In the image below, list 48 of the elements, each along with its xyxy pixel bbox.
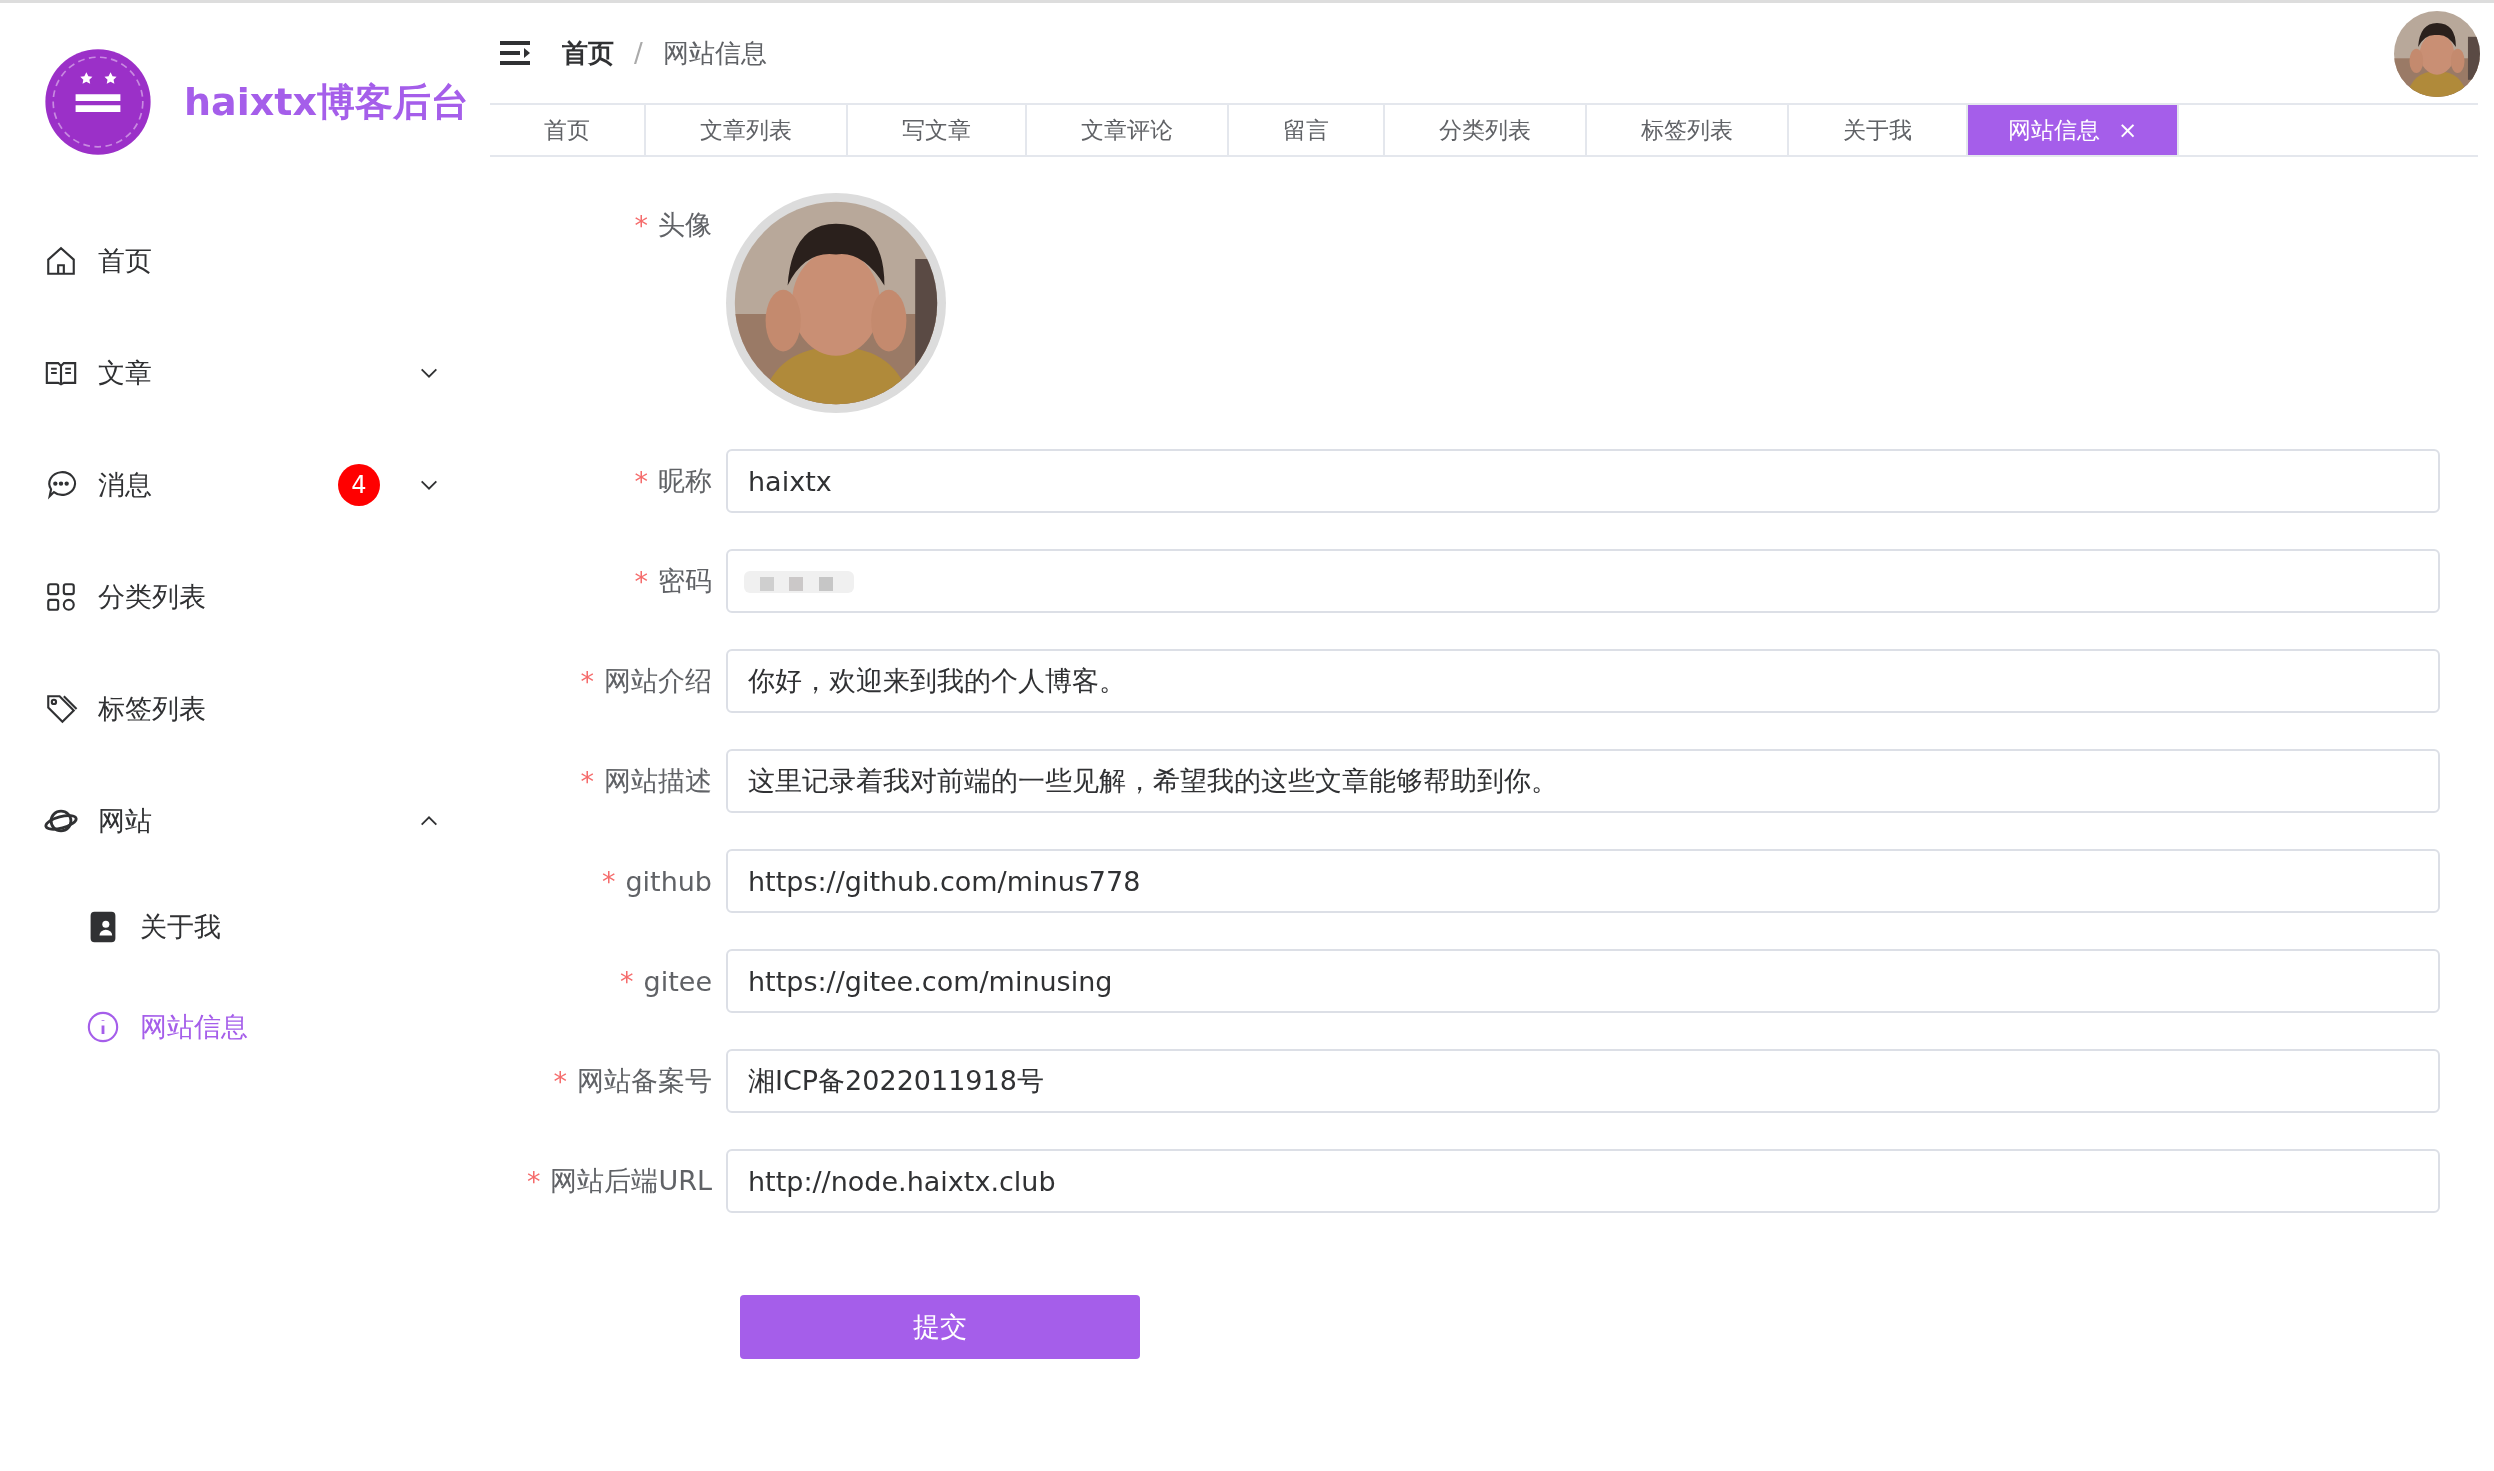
text-field[interactable]: 你好，欢迎来到我的个人博客。 (726, 649, 2440, 713)
text-field[interactable]: 这里记录着我对前端的一些见解，希望我的这些文章能够帮助到你。 (726, 749, 2440, 813)
sidebar-item[interactable]: 标签列表 (0, 653, 490, 765)
sidebar-item[interactable]: 消息 4 (0, 429, 490, 541)
text-field[interactable]: 湘ICP备2022011918号 (726, 1049, 2440, 1113)
sidebar-item[interactable]: 分类列表 (0, 541, 490, 653)
required-mark: * (526, 1165, 541, 1197)
page-tab[interactable]: 网站信息 × (1968, 105, 2180, 155)
text-field[interactable]: http://node.haixtx.club (726, 1149, 2440, 1213)
sidebar-item[interactable]: 首页 (0, 205, 490, 317)
required-mark: * (620, 965, 634, 997)
field-label: 网站介绍 (604, 664, 712, 698)
sidebar-subitem[interactable]: 关于我 (0, 877, 490, 977)
info-icon (86, 1010, 120, 1044)
breadcrumb-separator: / (634, 38, 643, 68)
submit-button[interactable]: 提交 (740, 1295, 1140, 1359)
home-icon (44, 244, 78, 278)
text-field[interactable]: https://github.com/minus778 (726, 849, 2440, 913)
field-label: gitee (643, 965, 712, 997)
sidebar-subitem[interactable]: 网站信息 (0, 977, 490, 1077)
field-label: 网站备案号 (577, 1064, 712, 1098)
field-label: 网站后端URL (550, 1164, 712, 1198)
required-mark: * (634, 209, 648, 241)
grid-icon (44, 580, 78, 614)
field-label: 网站描述 (604, 764, 712, 798)
text-field[interactable]: haixtx (726, 449, 2440, 513)
required-mark: * (634, 465, 648, 497)
required-mark: * (553, 1065, 567, 1097)
sidebar-item[interactable]: 网站 (0, 765, 490, 877)
logo-icon (42, 46, 154, 158)
required-mark: * (634, 565, 648, 597)
tags-icon (44, 692, 78, 726)
unread-badge: 4 (338, 464, 380, 506)
field-label: 密码 (658, 564, 712, 598)
password-field[interactable] (726, 549, 2440, 613)
field-label: github (625, 865, 712, 897)
breadcrumb-item: 网站信息 (662, 36, 767, 70)
sidebar-item[interactable]: 文章 (0, 317, 490, 429)
app-title: haixtx博客后台 (184, 78, 469, 126)
breadcrumb-item[interactable]: 首页 (562, 35, 614, 71)
field-label: 头像 (658, 208, 712, 242)
text-field[interactable]: https://gitee.com/minusing (726, 949, 2440, 1013)
menu-icon[interactable] (500, 40, 532, 66)
required-mark: * (580, 765, 594, 797)
field-label: 昵称 (658, 464, 712, 498)
required-mark: * (580, 665, 594, 697)
required-mark: * (601, 865, 616, 897)
close-icon[interactable]: × (2118, 117, 2138, 143)
